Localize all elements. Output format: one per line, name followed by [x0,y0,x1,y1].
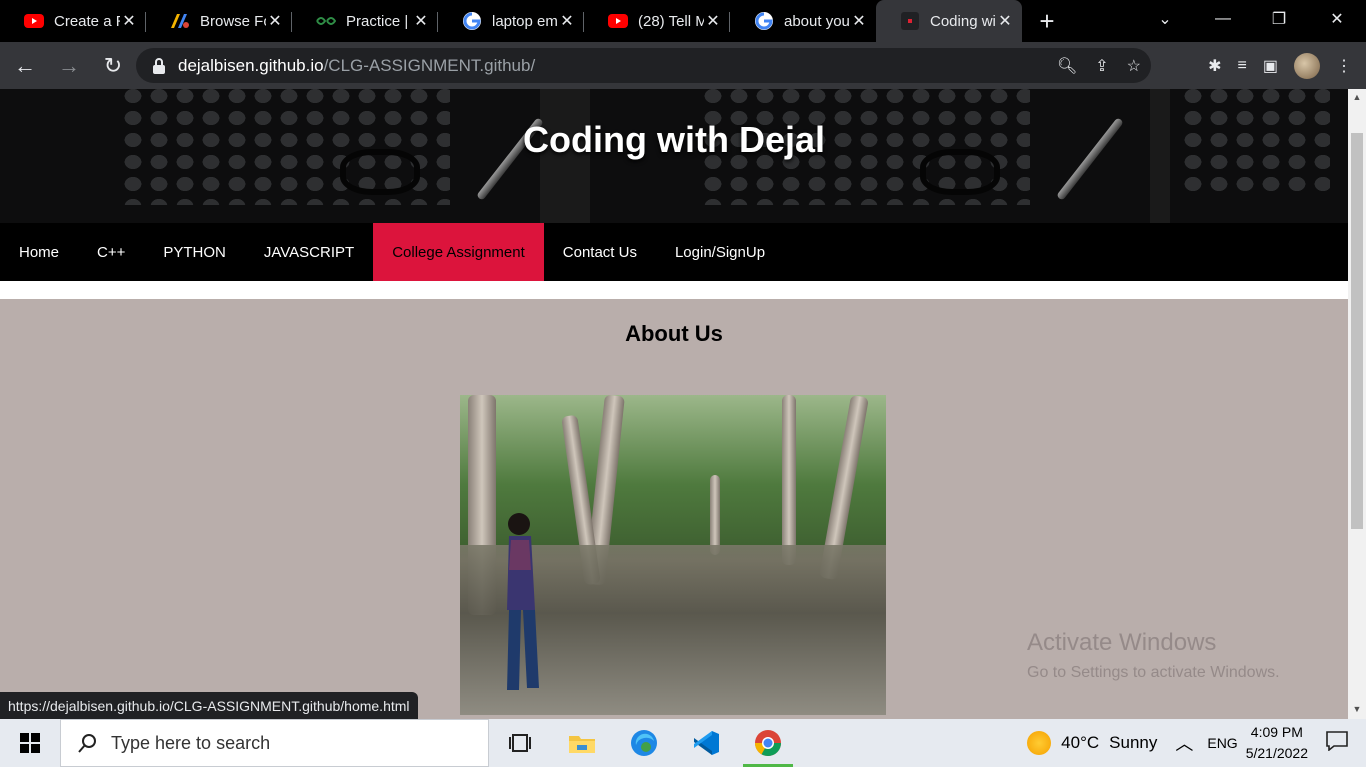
site-icon [900,11,920,31]
start-button[interactable] [0,719,60,767]
main-nav: Home C++ PYTHON JAVASCRIPT College Assig… [0,223,1348,281]
task-view-icon[interactable] [489,719,551,767]
scroll-down-icon[interactable]: ▼ [1348,701,1366,717]
person-figure [507,513,539,690]
clock-date: 5/21/2022 [1245,745,1308,761]
close-icon[interactable]: ✕ [412,12,430,30]
browser-toolbar: ← → ↻ dejalbisen.github.io/CLG-ASSIGNMEN… [0,42,1366,89]
youtube-icon [24,11,44,31]
windows-taskbar: Type here to search 40°C Sunny ︿ ENG 4:0… [0,719,1366,767]
google-icon [754,11,774,31]
minimize-icon[interactable]: — [1196,0,1250,38]
nav-login-signup[interactable]: Login/SignUp [656,223,784,281]
bookmark-star-icon[interactable]: ☆ [1127,56,1141,76]
profile-photo [460,395,886,715]
new-tab-button[interactable]: + [1032,0,1062,42]
share-icon[interactable]: ⇪ [1095,56,1108,76]
sun-icon[interactable] [1027,731,1052,755]
tab-title: Coding wi [930,12,996,30]
weather-temp[interactable]: 40°C [1061,733,1099,753]
link-status-bubble: https://dejalbisen.github.io/CLG-ASSIGNM… [0,692,418,719]
page-viewport: Coding with Dejal Home C++ PYTHON JAVASC… [0,89,1348,719]
clock-time: 4:09 PM [1250,724,1303,740]
search-placeholder: Type here to search [111,732,271,753]
back-icon[interactable]: ← [6,47,44,85]
browse-icon [170,11,190,31]
weather-text[interactable]: Sunny [1109,733,1157,753]
windows-logo-icon [20,733,40,753]
close-icon[interactable]: ✕ [704,12,722,30]
notification-icon[interactable] [1326,730,1348,756]
close-icon[interactable]: ✕ [120,12,138,30]
google-icon [462,11,482,31]
edge-icon[interactable] [613,719,675,767]
tab-search-icon[interactable]: ⌄ [1138,0,1192,38]
search-icon [78,734,96,753]
tab-title: (28) Tell M [638,12,704,30]
lock-icon [153,57,165,74]
nav-cpp[interactable]: C++ [78,223,144,281]
hero-banner: Coding with Dejal [0,89,1348,223]
tab-1[interactable]: Create a R ✕ [0,0,146,42]
tab-7-active[interactable]: Coding wi ✕ [876,0,1022,42]
vscode-icon[interactable] [675,719,737,767]
url-host: dejalbisen.github.io [178,55,324,75]
nav-python[interactable]: PYTHON [144,223,245,281]
about-heading: About Us [625,321,723,346]
tab-title: Browse Fo [200,12,266,30]
system-tray: 40°C Sunny ︿ ENG 4:09 PM 5/21/2022 [1027,719,1366,767]
activate-windows-title: Activate Windows [1027,629,1217,656]
close-icon[interactable]: ✕ [996,12,1014,30]
restore-icon[interactable]: ❐ [1252,0,1306,38]
close-icon[interactable]: ✕ [850,12,868,30]
tab-title: Practice | G [346,12,412,30]
tab-title: Create a R [54,12,120,30]
nav-college-assignment[interactable]: College Assignment [373,223,544,281]
close-icon[interactable]: ✕ [266,12,284,30]
tab-4[interactable]: laptop em ✕ [438,0,584,42]
clock[interactable]: 4:09 PM 5/21/2022 [1246,722,1308,764]
geeksforgeeks-icon [316,11,336,31]
scroll-up-icon[interactable]: ▲ [1348,89,1366,105]
window-close-icon[interactable]: ✕ [1310,0,1364,38]
scrollbar-thumb[interactable] [1351,133,1363,529]
url-path: /CLG-ASSIGNMENT.github/ [323,55,536,75]
tab-5[interactable]: (28) Tell M ✕ [584,0,730,42]
close-icon[interactable]: ✕ [558,12,576,30]
youtube-icon [608,11,628,31]
reload-icon[interactable]: ↻ [94,47,132,85]
activate-windows-subtitle: Go to Settings to activate Windows. [1027,664,1280,681]
nav-javascript[interactable]: JAVASCRIPT [245,223,373,281]
tab-title: about you [784,12,850,30]
taskbar-search[interactable]: Type here to search [60,719,489,767]
media-control-icon[interactable]: ≡ [1238,57,1247,75]
file-explorer-icon[interactable] [551,719,613,767]
forward-icon[interactable]: → [50,47,88,85]
nav-home[interactable]: Home [0,223,78,281]
tab-2[interactable]: Browse Fo ✕ [146,0,292,42]
chevron-up-icon[interactable]: ︿ [1175,730,1193,756]
menu-icon[interactable]: ⋮ [1336,56,1352,76]
tab-title: laptop em [492,12,558,30]
side-panel-icon[interactable]: ▣ [1263,56,1278,76]
zoom-icon[interactable]: 🔍︎ [1057,56,1077,76]
extensions-icon[interactable]: ✱ [1208,56,1221,76]
address-bar[interactable]: dejalbisen.github.io/CLG-ASSIGNMENT.gith… [136,48,1151,83]
nav-contact-us[interactable]: Contact Us [544,223,656,281]
language-indicator[interactable]: ENG [1207,735,1237,751]
tab-6[interactable]: about you ✕ [730,0,876,42]
site-title: Coding with Dejal [523,119,825,160]
page-scrollbar[interactable]: ▲ ▼ [1348,89,1366,719]
profile-avatar[interactable] [1294,52,1320,79]
tab-3[interactable]: Practice | G ✕ [292,0,438,42]
chrome-icon[interactable] [737,719,799,767]
